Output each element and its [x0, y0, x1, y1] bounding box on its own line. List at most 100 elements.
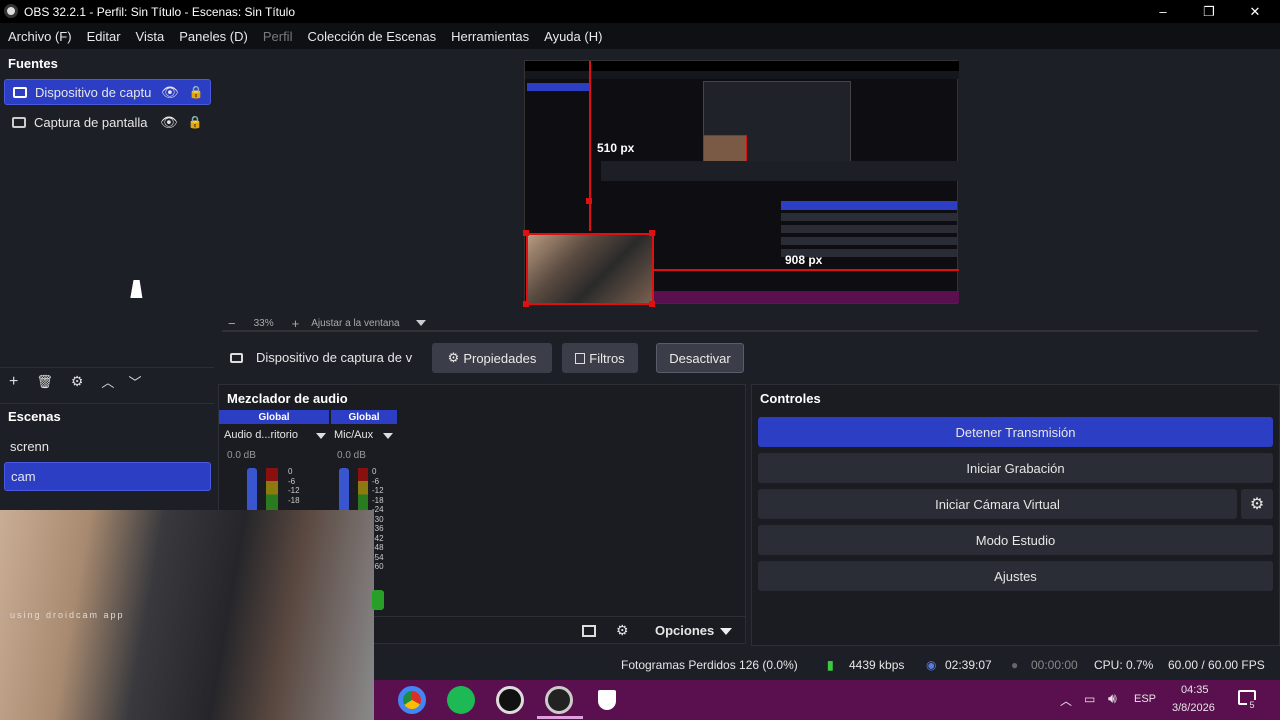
mixer-settings-icon[interactable]: ⚙ [616, 622, 629, 639]
preview-canvas: 510 px 908 px [523, 60, 959, 307]
camera-icon [230, 353, 243, 363]
lock-icon[interactable]: 🔒 [189, 85, 204, 99]
minimize-button[interactable]: – [1140, 0, 1186, 23]
preview-scrollbar[interactable] [222, 330, 1258, 332]
mixer-db-desktop: 0.0 dB [227, 450, 256, 461]
source-toolbar: Dispositivo de captura de v ⚙ Propiedade… [222, 340, 1280, 376]
zoom-in-icon[interactable]: + [292, 316, 300, 331]
menu-editar[interactable]: Editar [87, 29, 121, 44]
volume-slider-mic[interactable] [339, 468, 349, 512]
preview-area[interactable]: 510 px 908 px [222, 52, 1280, 314]
move-up-icon[interactable]: ︿ [101, 372, 114, 391]
add-source-icon[interactable]: + [9, 373, 18, 391]
spotify-icon[interactable] [447, 686, 475, 714]
level-meter-desktop [266, 468, 278, 512]
menu-herramientas[interactable]: Herramientas [451, 29, 529, 44]
chrome-icon[interactable] [398, 686, 426, 714]
mixer-channel-desktop: Audio d...ritorio [224, 429, 298, 441]
stream-time: 02:39:07 [945, 658, 992, 672]
bitrate: 4439 kbps [849, 658, 905, 672]
menu-ayuda[interactable]: Ayuda (H) [544, 29, 602, 44]
guide-label-908: 908 px [785, 253, 823, 267]
studio-mode-button[interactable]: Modo Estudio [758, 525, 1273, 555]
start-recording-button[interactable]: Iniciar Grabación [758, 453, 1273, 483]
scene-label: cam [11, 469, 36, 484]
scale-tick: -6 [372, 476, 380, 486]
green-tag-icon [372, 590, 384, 610]
guide-line-horizontal [653, 269, 959, 271]
scene-item-screnn[interactable]: screnn [4, 433, 211, 459]
properties-button[interactable]: ⚙ Propiedades [432, 343, 552, 373]
source-settings-icon[interactable]: ⚙ [71, 373, 84, 390]
chevron-down-icon[interactable] [415, 320, 426, 326]
clock-date[interactable]: 3/8/2026 [1172, 702, 1215, 714]
sources-title: Fuentes [8, 56, 58, 71]
volume-icon[interactable]: 🔊︎ [1108, 690, 1117, 707]
mixer-channel-mic: Mic/Aux [334, 429, 374, 441]
menu-archivo[interactable]: Archivo (F) [8, 29, 72, 44]
gear-icon: ⚙ [447, 350, 460, 365]
scene-label: screnn [10, 438, 50, 454]
zoom-out-icon[interactable]: − [228, 316, 236, 331]
source-item-capture-device[interactable]: Dispositivo de captu 👁 🔒 [4, 79, 211, 105]
title-bar: OBS 32.2.1 - Perfil: Sin Título - Escena… [0, 0, 1280, 23]
deactivate-button[interactable]: Desactivar [656, 343, 744, 373]
network-icon[interactable]: ▭ [1084, 692, 1095, 706]
fit-to-window[interactable]: Ajustar a la ventana [311, 318, 399, 329]
record-icon: ● [1011, 658, 1019, 672]
maps-icon[interactable] [496, 686, 524, 714]
mixer-tag-desktop: Global [219, 410, 329, 424]
close-button[interactable]: ✕ [1232, 0, 1278, 23]
scale-tick: -6 [288, 476, 296, 486]
scenes-panel: Escenas screnn cam [0, 403, 214, 513]
virtual-camera-settings-button[interactable]: ⚙ [1241, 489, 1273, 519]
zoom-level: 33% [253, 317, 274, 329]
start-virtual-camera-button[interactable]: Iniciar Cámara Virtual [758, 489, 1237, 519]
window-title: OBS 32.2.1 - Perfil: Sin Título - Escena… [24, 4, 296, 19]
filters-button[interactable]: Filtros [562, 343, 638, 373]
scenes-title: Escenas [8, 409, 61, 424]
clock-time[interactable]: 04:35 [1181, 684, 1209, 696]
mixer-db-mic: 0.0 dB [337, 450, 366, 461]
layout-icon[interactable] [582, 625, 596, 637]
monitor-icon [12, 116, 26, 128]
shield-icon[interactable] [598, 690, 616, 710]
eye-icon[interactable]: 👁 [160, 114, 178, 131]
remove-source-icon[interactable]: 🗑 [36, 374, 53, 390]
move-down-icon[interactable]: ﹀ [128, 372, 141, 391]
eye-icon[interactable]: 👁 [161, 84, 179, 101]
obs-logo-icon [4, 4, 18, 18]
notification-count: 5 [1247, 700, 1257, 712]
scale-tick: -18 [372, 495, 384, 505]
obs-taskbar-icon[interactable] [545, 686, 573, 714]
lock-icon[interactable]: 🔒 [188, 115, 203, 129]
selected-source-box[interactable] [526, 233, 654, 305]
mixer-mic-menu-icon[interactable] [383, 433, 393, 439]
stop-streaming-button[interactable]: Detener Transmisión [758, 417, 1273, 447]
mixer-desktop-menu-icon[interactable] [316, 433, 326, 439]
source-toolbar-name: Dispositivo de captura de v [256, 350, 413, 365]
scale-tick: -12 [372, 486, 384, 495]
menu-coleccion[interactable]: Colección de Escenas [307, 29, 436, 44]
filters-label: Filtros [589, 350, 625, 366]
guide-line-vertical [589, 61, 591, 231]
tray-chevron-up-icon[interactable]: ︿ [1060, 692, 1072, 709]
menu-bar: Archivo (F) Editar Vista Paneles (D) Per… [0, 23, 1280, 49]
options-chevron-icon[interactable] [720, 628, 732, 635]
options-label[interactable]: Opciones [655, 623, 714, 638]
stream-icon: ◉ [926, 658, 937, 672]
settings-button[interactable]: Ajustes [758, 561, 1273, 591]
sources-toolbar: + 🗑 ⚙ ︿ ﹀ [0, 367, 214, 395]
menu-vista[interactable]: Vista [136, 29, 165, 44]
menu-paneles[interactable]: Paneles (D) [179, 29, 248, 44]
webcam-watermark: using droidcam app [10, 610, 125, 620]
volume-slider-desktop[interactable] [247, 468, 257, 512]
filters-icon [575, 352, 586, 364]
language-indicator[interactable]: ESP [1134, 693, 1156, 705]
source-item-screen-capture[interactable]: Captura de pantalla 👁 🔒 [4, 109, 211, 135]
scene-item-cam[interactable]: cam [4, 462, 211, 491]
maximize-button[interactable]: ❐ [1186, 0, 1232, 23]
scale-tick: -18 [288, 495, 300, 505]
source-label: Dispositivo de captu [35, 84, 152, 100]
menu-perfil[interactable]: Perfil [263, 29, 293, 44]
